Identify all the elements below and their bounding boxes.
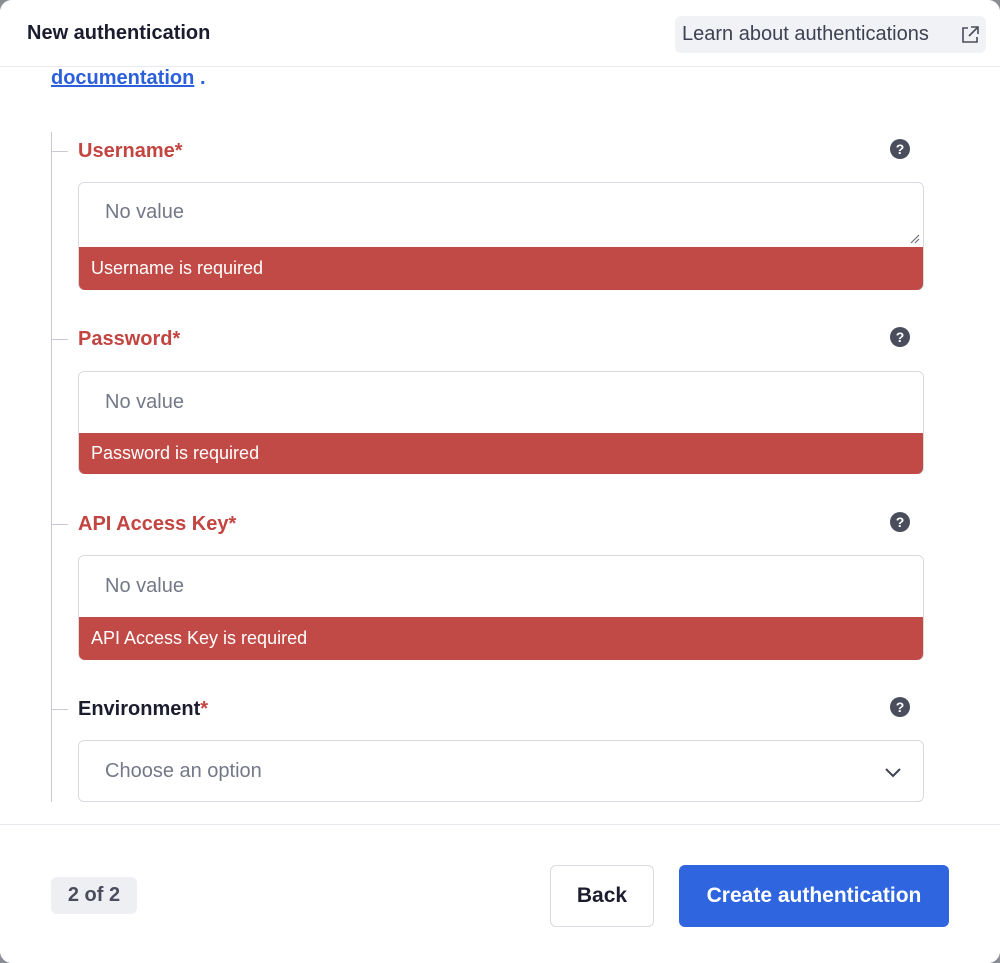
username-field: Username is required <box>78 182 924 290</box>
tree-tick <box>52 151 68 152</box>
required-mark: * <box>200 698 209 720</box>
api-access-key-input[interactable] <box>105 573 885 599</box>
documentation-period: . <box>200 67 206 89</box>
learn-link-label: Learn about authentications <box>682 23 929 45</box>
api-access-key-help-icon[interactable]: ? <box>890 512 910 532</box>
environment-label-text: Environment <box>78 698 201 720</box>
chevron-down-icon <box>885 768 901 778</box>
username-help-icon[interactable]: ? <box>890 139 910 159</box>
create-authentication-button[interactable]: Create authentication <box>679 865 949 927</box>
password-error: Password is required <box>79 433 923 474</box>
api-access-key-label: API Access Key* <box>78 513 236 536</box>
environment-select[interactable]: Choose an option <box>78 740 924 802</box>
tree-tick <box>52 339 68 340</box>
api-access-key-error: API Access Key is required <box>79 617 923 660</box>
environment-select-value: Choose an option <box>105 760 262 782</box>
password-input[interactable] <box>105 389 885 415</box>
api-access-key-field: API Access Key is required <box>78 555 924 660</box>
modal-header: New authentication Learn about authentic… <box>0 0 1000 67</box>
required-mark: * <box>228 513 237 535</box>
learn-about-authentications-link[interactable]: Learn about authentications <box>675 16 986 53</box>
modal-body: documentation . Username* ? Username is … <box>0 67 1000 824</box>
password-label-text: Password <box>78 328 173 350</box>
username-label: Username* <box>78 140 183 163</box>
resize-grip-icon[interactable] <box>910 234 920 244</box>
required-mark: * <box>172 328 181 350</box>
environment-label: Environment* <box>78 698 208 721</box>
environment-help-icon[interactable]: ? <box>890 697 910 717</box>
tree-tick <box>52 709 68 710</box>
api-access-key-label-text: API Access Key <box>78 513 229 535</box>
password-field: Password is required <box>78 371 924 474</box>
password-label: Password* <box>78 328 180 351</box>
documentation-link[interactable]: documentation <box>51 67 194 90</box>
username-error: Username is required <box>79 247 923 290</box>
required-mark: * <box>174 140 183 162</box>
modal-footer: 2 of 2 Back Create authentication <box>0 824 1000 963</box>
external-link-icon <box>962 26 979 43</box>
username-input[interactable] <box>105 201 885 231</box>
step-indicator: 2 of 2 <box>51 877 137 914</box>
tree-tick <box>52 524 68 525</box>
new-authentication-modal: New authentication Learn about authentic… <box>0 0 1000 963</box>
username-label-text: Username <box>78 140 175 162</box>
form-tree-line <box>51 132 52 802</box>
password-help-icon[interactable]: ? <box>890 327 910 347</box>
back-button[interactable]: Back <box>550 865 654 927</box>
modal-title: New authentication <box>27 22 211 44</box>
